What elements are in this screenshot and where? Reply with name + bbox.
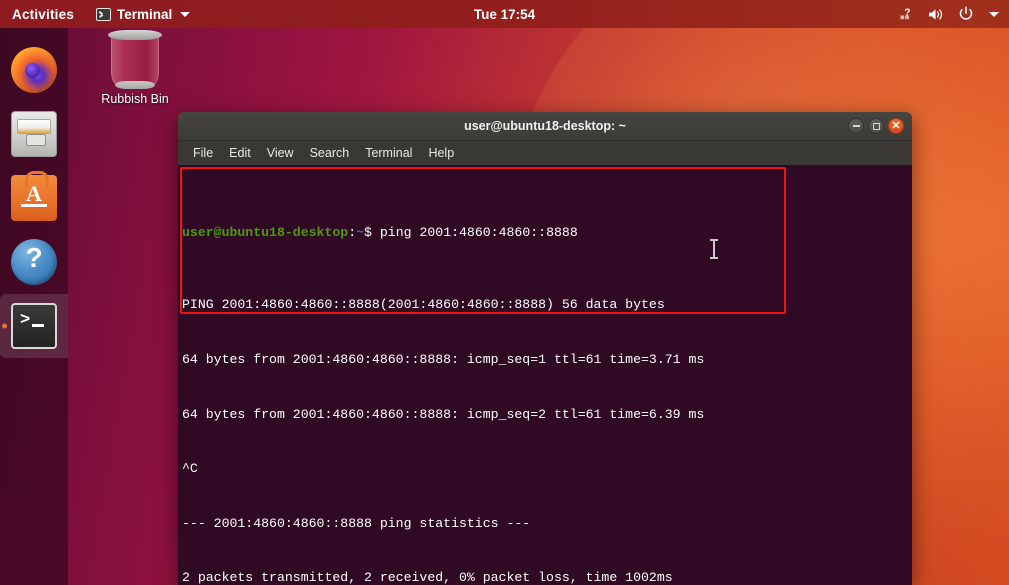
prompt-path: ~ (356, 224, 365, 240)
menu-help[interactable]: Help (421, 144, 461, 162)
terminal-menubar: File Edit View Search Terminal Help (178, 141, 912, 165)
terminal-command: ping 2001:4860:4860::8888 (371, 224, 578, 240)
ubuntu-software-icon (11, 171, 57, 221)
terminal-output-area[interactable]: user@ubuntu18-desktop:~$ ping 2001:4860:… (178, 165, 912, 585)
top-panel: Activities Terminal Tue 17:54 ? (0, 0, 1009, 28)
close-button[interactable]: ✕ (888, 118, 904, 134)
firefox-icon (11, 47, 57, 93)
files-icon (11, 111, 57, 157)
prompt-user-host: user@ubuntu18-desktop (182, 224, 349, 240)
terminal-command-line: user@ubuntu18-desktop:~$ ping 2001:4860:… (180, 224, 912, 242)
terminal-output-line: 64 bytes from 2001:4860:4860::8888: icmp… (182, 352, 705, 368)
terminal-titlebar[interactable]: user@ubuntu18-desktop: ~ ✕ (178, 112, 912, 141)
rubbish-bin-icon (108, 30, 162, 89)
menu-edit[interactable]: Edit (222, 144, 258, 162)
dock-item-terminal[interactable] (0, 294, 68, 358)
dock-item-help[interactable] (0, 230, 68, 294)
window-title: user@ubuntu18-desktop: ~ (464, 119, 626, 133)
dock-item-ubuntu-software[interactable] (0, 166, 68, 230)
dock (0, 28, 68, 585)
menu-file[interactable]: File (186, 144, 220, 162)
clock-button[interactable]: Tue 17:54 (0, 7, 1009, 22)
dock-item-firefox[interactable] (0, 38, 68, 102)
terminal-output-line: 64 bytes from 2001:4860:4860::8888: icmp… (182, 406, 705, 422)
terminal-output-line: --- 2001:4860:4860::8888 ping statistics… (182, 515, 531, 531)
terminal-icon (11, 303, 57, 349)
desktop-icon-label: Rubbish Bin (101, 92, 169, 106)
terminal-window: user@ubuntu18-desktop: ~ ✕ File Edit Vie… (178, 112, 912, 585)
window-controls: ✕ (848, 118, 904, 134)
menu-terminal[interactable]: Terminal (358, 144, 419, 162)
dock-item-files[interactable] (0, 102, 68, 166)
terminal-output-line: 2 packets transmitted, 2 received, 0% pa… (182, 570, 673, 585)
menu-view[interactable]: View (260, 144, 301, 162)
prompt-sigil: $ (364, 224, 372, 240)
mouse-ibeam-cursor (710, 239, 718, 259)
desktop-icon-rubbish-bin[interactable]: Rubbish Bin (96, 30, 174, 106)
maximize-button[interactable] (868, 118, 884, 134)
prompt-colon: : (348, 224, 357, 240)
menu-search[interactable]: Search (303, 144, 357, 162)
help-icon (11, 239, 57, 285)
terminal-output-line: ^C (182, 461, 198, 477)
minimize-button[interactable] (848, 118, 864, 134)
terminal-output-line: PING 2001:4860:4860::8888(2001:4860:4860… (182, 297, 665, 313)
